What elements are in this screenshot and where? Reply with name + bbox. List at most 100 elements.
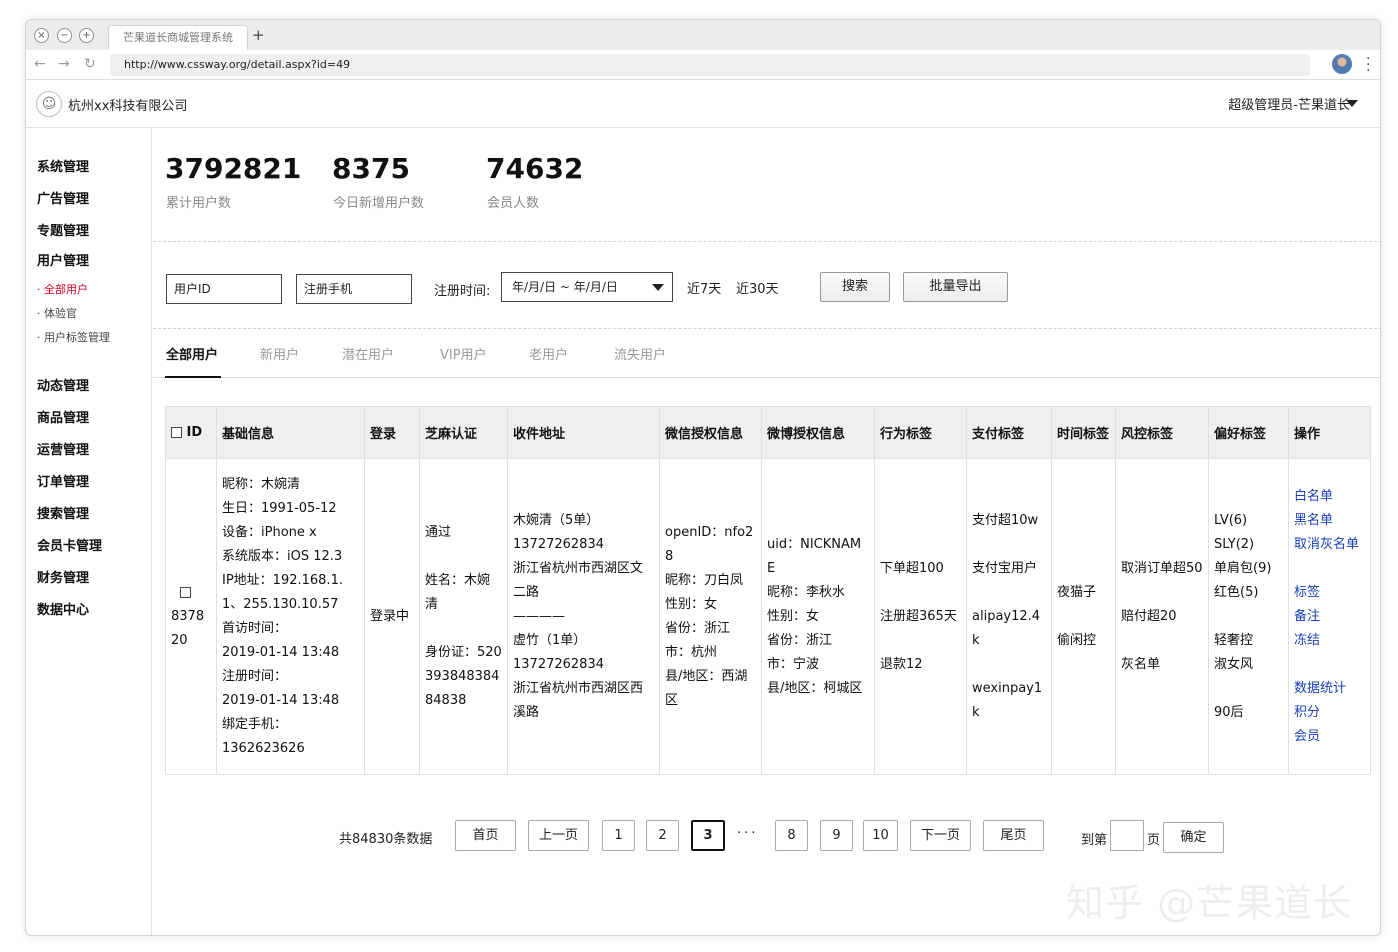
stat-members-value: 74632 [486, 152, 584, 185]
last-30-days-link[interactable]: 近30天 [736, 278, 779, 297]
page-2-button[interactable]: 2 [646, 820, 679, 851]
goto-page-input[interactable] [1110, 820, 1144, 851]
page-9-button[interactable]: 9 [820, 820, 853, 851]
phone-field[interactable]: 注册手机 [296, 274, 412, 304]
payment-tag: 支付宝用户 [972, 560, 1038, 576]
pagination-total: 共84830条数据 [339, 832, 433, 847]
tab-old-users[interactable]: 老用户 [529, 344, 568, 363]
payment-tag: 支付超10w [972, 512, 1039, 528]
sidebar-item-data-center[interactable]: 数据中心 [37, 599, 89, 618]
cell-basic: 昵称：木婉清 生日：1991-05-12 设备：iPhone x 系统版本：iO… [216, 458, 365, 775]
tab-new-users[interactable]: 新用户 [260, 344, 299, 363]
sidebar-item-system[interactable]: 系统管理 [37, 156, 89, 175]
basic-reg-time: 2019-01-14 13:48 [222, 692, 340, 708]
maximize-window-icon[interactable]: + [79, 28, 94, 43]
profile-avatar[interactable] [1332, 54, 1352, 74]
search-button[interactable]: 搜索 [820, 272, 890, 302]
sidebar-item-ads[interactable]: 广告管理 [37, 188, 89, 207]
goto-confirm-button[interactable]: 确定 [1163, 822, 1224, 853]
weibo-district: 县/地区：柯城区 [767, 680, 863, 696]
sidebar-item-feeds[interactable]: 动态管理 [37, 375, 89, 394]
last-7-days-link[interactable]: 近7天 [687, 278, 721, 297]
page-unit-label: 页 [1147, 833, 1161, 848]
action-tag-link[interactable]: 标签 [1294, 581, 1365, 605]
page-1-button[interactable]: 1 [602, 820, 635, 851]
minimize-window-icon[interactable]: − [57, 28, 72, 43]
last-page-button[interactable]: 尾页 [983, 820, 1044, 851]
batch-export-button[interactable]: 批量导出 [903, 272, 1008, 302]
tab-vip-users[interactable]: VIP用户 [440, 344, 487, 363]
time-tag: 夜猫子 [1057, 584, 1097, 600]
action-member-link[interactable]: 会员 [1294, 725, 1365, 749]
browser-tab[interactable]: 芒果道长商城管理系统 [108, 25, 248, 50]
tab-lost-users[interactable]: 流失用户 [614, 344, 666, 363]
header-id-label: ID [186, 425, 203, 440]
action-whitelist-link[interactable]: 白名单 [1294, 485, 1365, 509]
date-range-value: 年/月/日 ~ 年/月/日 [512, 280, 618, 294]
next-page-button[interactable]: 下一页 [910, 820, 971, 851]
sidebar-item-member-cards[interactable]: 会员卡管理 [37, 535, 102, 554]
page-8-button[interactable]: 8 [775, 820, 808, 851]
close-window-icon[interactable]: × [34, 28, 49, 43]
tab-all-users[interactable]: 全部用户 [166, 344, 218, 363]
pagination-ellipsis: ··· [737, 826, 759, 841]
weibo-province: 省份：浙江 [767, 632, 833, 648]
new-tab-button[interactable]: + [252, 26, 265, 44]
address-separator: ———— [513, 608, 565, 624]
header-weibo: 微博授权信息 [761, 406, 875, 459]
sidebar-item-search[interactable]: 搜索管理 [37, 503, 89, 522]
weibo-city: 市：宁波 [767, 656, 820, 672]
back-arrow-icon[interactable]: ← [34, 56, 46, 72]
sidebar-sub-testers[interactable]: · 体验官 [37, 305, 77, 321]
prev-page-button[interactable]: 上一页 [528, 820, 589, 851]
select-all-checkbox[interactable] [171, 427, 182, 438]
action-points-link[interactable]: 积分 [1294, 701, 1365, 725]
sidebar-sub-all-users[interactable]: · 全部用户 [37, 281, 88, 297]
url-field[interactable]: http://www.cssway.org/detail.aspx?id=49 [110, 54, 1310, 76]
header-preference: 偏好标签 [1208, 406, 1289, 459]
action-freeze-link[interactable]: 冻结 [1294, 629, 1365, 653]
user-id-field[interactable]: 用户ID [166, 274, 282, 304]
address-1-name: 木婉清（5单） [513, 512, 600, 528]
action-stats-link[interactable]: 数据统计 [1294, 677, 1365, 701]
address-bar-row: ← → ↻ http://www.cssway.org/detail.aspx?… [26, 50, 1380, 80]
main-content: 3792821 累计用户数 8375 今日新增用户数 74632 会员人数 用户… [153, 128, 1380, 935]
wechat-city: 市：杭州 [665, 644, 718, 660]
admin-user-menu[interactable]: 超级管理员-芒果道长 [1228, 94, 1350, 113]
sidebar-item-orders[interactable]: 订单管理 [37, 471, 89, 490]
sidebar-item-operations[interactable]: 运营管理 [37, 439, 89, 458]
row-checkbox[interactable] [180, 586, 191, 598]
action-blacklist-link[interactable]: 黑名单 [1294, 509, 1365, 533]
forward-arrow-icon[interactable]: → [58, 56, 70, 72]
page-10-button[interactable]: 10 [863, 820, 898, 851]
stat-members-label: 会员人数 [487, 196, 540, 211]
basic-birthday: 生日：1991-05-12 [222, 500, 337, 516]
company-logo-icon: ☺ [36, 91, 62, 117]
tab-potential-users[interactable]: 潜在用户 [342, 344, 394, 363]
sidebar-item-users[interactable]: 用户管理 [37, 250, 89, 269]
sidebar-item-topics[interactable]: 专题管理 [37, 220, 89, 239]
date-range-select[interactable]: 年/月/日 ~ 年/月/日 [501, 272, 673, 302]
first-page-button[interactable]: 首页 [455, 820, 516, 851]
address-2-phone: 13727262834 [513, 656, 604, 672]
action-note-link[interactable]: 备注 [1294, 605, 1365, 629]
browser-menu-icon[interactable]: · · · [1366, 52, 1370, 78]
chevron-down-icon[interactable] [1346, 100, 1358, 107]
table-row: 837820 昵称：木婉清 生日：1991-05-12 设备：iPhone x … [165, 458, 1371, 775]
time-tag: 偷闲控 [1057, 632, 1097, 648]
sidebar-item-products[interactable]: 商品管理 [37, 407, 89, 426]
address-2-name: 虚竹（1单） [513, 632, 587, 648]
action-cancel-graylist-link[interactable]: 取消灰名单 [1294, 533, 1365, 557]
sidebar-item-finance[interactable]: 财务管理 [37, 567, 89, 586]
page-3-button-current[interactable]: 3 [691, 820, 725, 851]
payment-tag: alipay12.4k [972, 608, 1041, 648]
header-login: 登录 [364, 406, 420, 459]
reload-icon[interactable]: ↻ [84, 56, 96, 72]
sidebar-sub-user-tags[interactable]: · 用户标签管理 [37, 329, 110, 345]
